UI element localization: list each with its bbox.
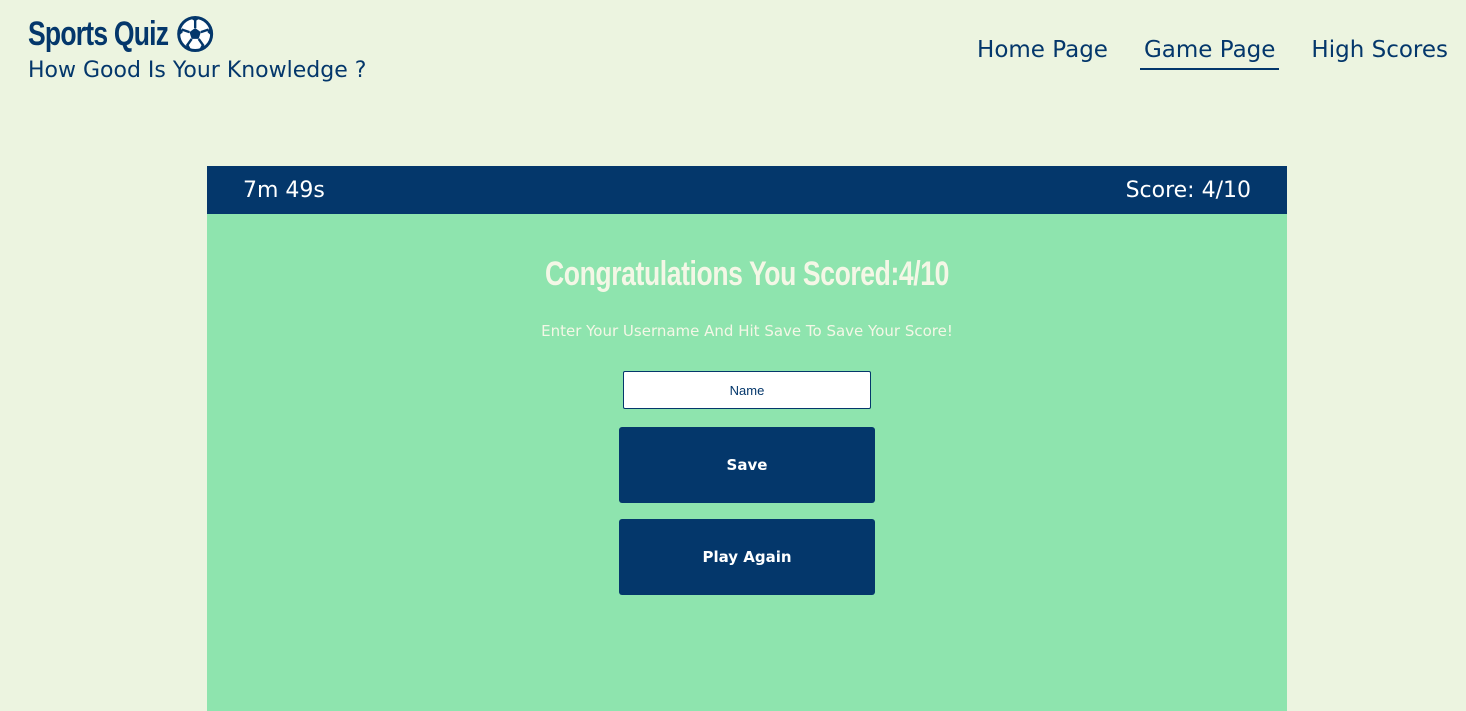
timer: 7m 49s (243, 177, 325, 203)
site-title-row: Sports Quiz (28, 14, 292, 54)
quiz-status-bar: 7m 49s Score: 4/10 (207, 166, 1287, 214)
play-again-button[interactable]: Play Again (619, 519, 875, 595)
main-nav: Home Page Game Page High Scores (973, 34, 1452, 70)
quiz-card: 7m 49s Score: 4/10 Congratulations You S… (207, 166, 1287, 711)
nav-home-page[interactable]: Home Page (973, 34, 1112, 70)
site-subtitle: How Good Is Your Knowledge ? (28, 58, 367, 83)
score-display: Score: 4/10 (1125, 177, 1251, 203)
result-title: Congratulations You Scored:4/10 (545, 255, 949, 293)
brand: Sports Quiz How Good Is Your Knowledge ? (28, 14, 366, 86)
save-score-form: Save Play Again (207, 371, 1287, 595)
nav-high-scores[interactable]: High Scores (1307, 34, 1452, 70)
site-header: Sports Quiz How Good Is Your Knowledge ?… (0, 0, 1466, 110)
soccer-ball-icon (176, 15, 214, 53)
username-input[interactable] (623, 371, 871, 409)
save-instruction: Enter Your Username And Hit Save To Save… (541, 322, 953, 340)
nav-game-page[interactable]: Game Page (1139, 34, 1280, 70)
save-button[interactable]: Save (619, 427, 875, 503)
site-title: Sports Quiz (28, 15, 169, 53)
